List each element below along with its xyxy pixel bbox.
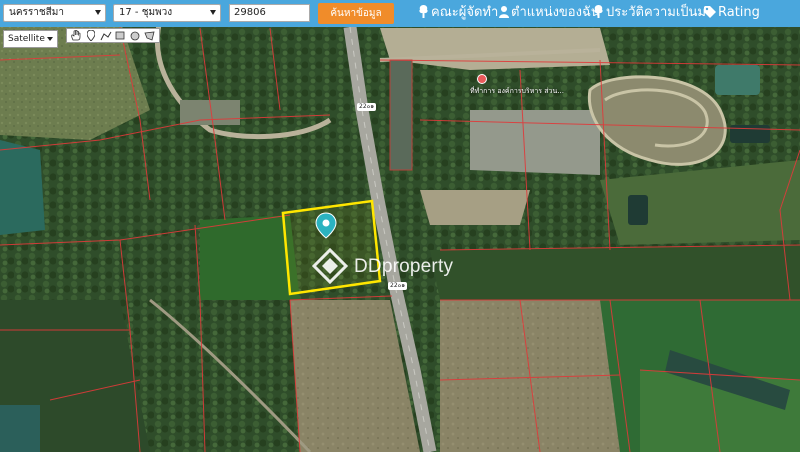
nav-history[interactable]: ประวัติความเป็นมา <box>593 5 713 21</box>
top-toolbar: นครราชสีมา 17 - ชุมพวง 29806 ค้นหาข้อมูล… <box>0 0 800 27</box>
map-type-value: Satellite <box>8 34 45 44</box>
tag-icon <box>704 6 716 18</box>
nav-rating[interactable]: Rating <box>704 5 760 21</box>
nav-committee-label: คณะผู้จัดทำ <box>431 5 499 20</box>
nav-rating-label: Rating <box>718 5 760 20</box>
province-select-value: นครราชสีมา <box>9 7 64 18</box>
tree-icon <box>419 5 428 18</box>
field-area <box>430 245 800 300</box>
watermark: DDproperty <box>312 248 453 286</box>
pond <box>0 405 40 452</box>
person-icon <box>499 6 509 18</box>
chevron-down-icon <box>210 10 216 15</box>
hand-icon[interactable] <box>70 30 82 42</box>
polyline-icon[interactable] <box>100 30 112 42</box>
nav-committee[interactable]: คณะผู้จัดทำ <box>418 5 498 21</box>
nav-my-position-label: ตำแหน่งของฉัน <box>511 5 600 20</box>
nav-history-label: ประวัติความเป็นมา <box>606 5 714 20</box>
poi-label: ที่ทำการ องค์การบริหาร ส่วน... <box>470 87 564 95</box>
building <box>389 59 413 171</box>
marker-icon[interactable] <box>85 30 97 42</box>
district-select-value: 17 - ชุมพวง <box>119 7 173 18</box>
cleared-land <box>420 190 530 225</box>
district-select[interactable]: 17 - ชุมพวง <box>113 4 221 22</box>
circle-icon[interactable] <box>129 30 141 42</box>
grey-area <box>470 110 600 175</box>
chevron-down-icon <box>47 37 53 41</box>
province-select[interactable]: นครราชสีมา <box>3 4 106 22</box>
chevron-down-icon <box>95 10 101 15</box>
drawing-toolbar <box>66 28 160 43</box>
road-number-label: 22๐๑ <box>357 103 377 111</box>
parcel-code-input[interactable]: 29806 <box>229 4 310 22</box>
map-type-select[interactable]: Satellite <box>3 30 58 48</box>
government-office-icon[interactable] <box>477 74 487 84</box>
watermark-text: DDproperty <box>354 256 454 277</box>
polygon-icon[interactable] <box>144 30 156 42</box>
satellite-map[interactable] <box>0 0 800 452</box>
pond <box>730 125 770 143</box>
pond <box>628 195 648 225</box>
search-button[interactable]: ค้นหาข้อมูล <box>318 3 394 24</box>
pond <box>715 65 760 95</box>
rectangle-icon[interactable] <box>114 30 126 42</box>
pond <box>0 140 45 235</box>
nav-my-position[interactable]: ตำแหน่งของฉัน <box>499 5 600 21</box>
tree-icon <box>594 5 603 18</box>
